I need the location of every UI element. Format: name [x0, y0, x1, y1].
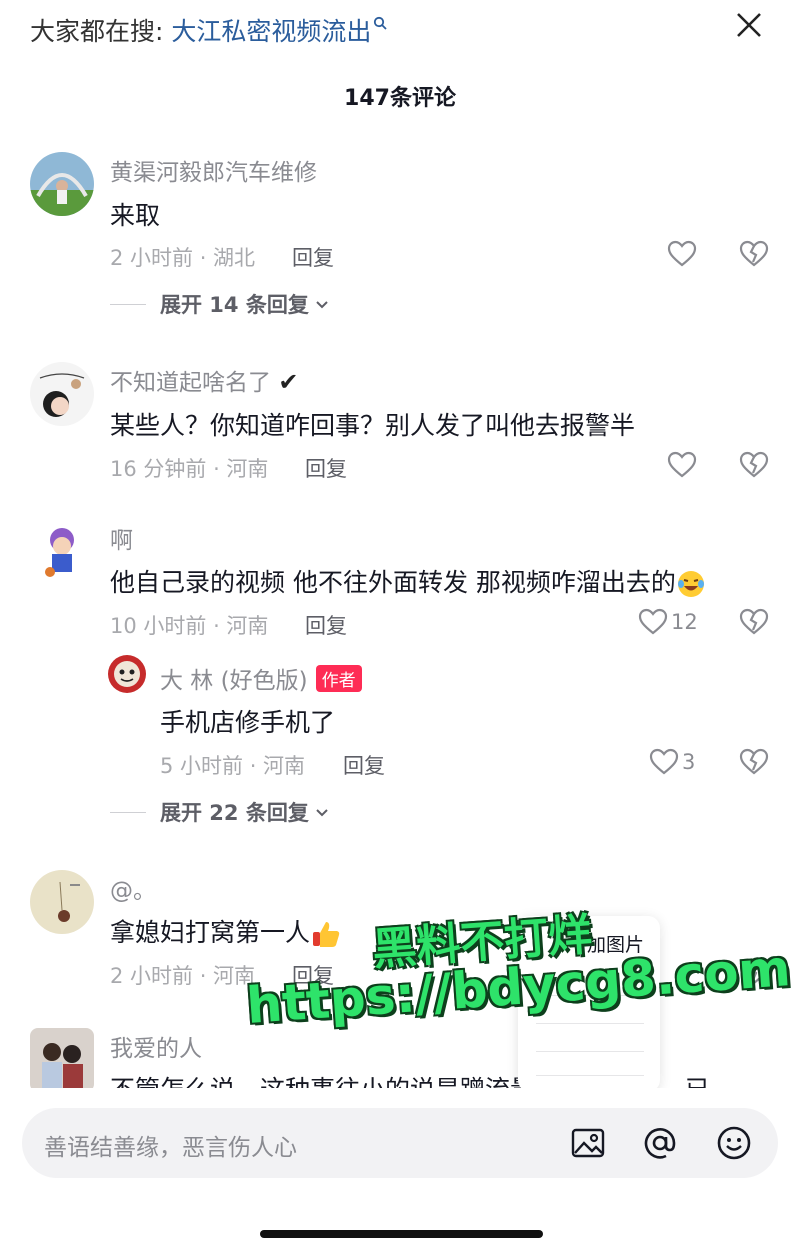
verified-check: ✔: [278, 368, 299, 396]
reply-button[interactable]: 回复: [343, 750, 385, 780]
expand-replies-label: 展开 14 条回复: [160, 293, 309, 317]
comment-username[interactable]: @。: [110, 871, 156, 905]
comment-text-content: 拿媳妇打窝第一人: [110, 918, 311, 947]
heart-icon: [667, 451, 697, 478]
avatar[interactable]: [108, 655, 146, 693]
reply-username[interactable]: 大 林 (好色版) 作者: [160, 661, 362, 695]
comment-username[interactable]: 黄渠河毅郎汽车维修: [110, 153, 317, 187]
trending-search-query[interactable]: 大江私密视频流出: [171, 17, 371, 46]
like-count: 3: [682, 750, 696, 774]
trending-search[interactable]: 大家都在搜: 大江私密视频流出: [30, 12, 388, 48]
top-bar: 大家都在搜: 大江私密视频流出: [0, 0, 800, 60]
comment-input-placeholder: 善语结善缘，恶言伤人心: [44, 1135, 297, 1161]
at-icon[interactable]: [642, 1125, 678, 1161]
like-count: 12: [671, 610, 698, 634]
search-icon: [374, 16, 388, 30]
comment-count: 147条评论: [344, 86, 456, 111]
avatar[interactable]: [30, 152, 94, 216]
reply-button[interactable]: 回复: [292, 242, 334, 272]
popup-preview-row: [536, 1042, 644, 1052]
chevron-down-icon: [316, 809, 328, 817]
avatar[interactable]: [30, 520, 94, 584]
comment-text: 拿媳妇打窝第一人: [110, 913, 342, 950]
comment-meta: 16 分钟前 · 河南: [110, 457, 269, 481]
broken-heart-icon[interactable]: [738, 238, 770, 270]
comment-meta: 10 小时前 · 河南: [110, 614, 269, 638]
comment-username[interactable]: 啊: [110, 521, 133, 555]
laughing-emoji-icon: [677, 571, 704, 597]
popup-preview-row: [536, 1066, 644, 1076]
comment-text: 来取: [110, 201, 161, 230]
like-button[interactable]: [666, 238, 698, 270]
avatar[interactable]: [30, 1028, 94, 1092]
comment-text-content: 他自己录的视频 他不往外面转发 那视频咋溜出去的: [110, 568, 676, 597]
expand-replies[interactable]: 展开 22 条回复: [110, 797, 331, 827]
home-indicator[interactable]: [260, 1230, 543, 1238]
heart-icon: [638, 608, 668, 635]
reply-text: 手机店修手机了: [160, 708, 336, 737]
avatar[interactable]: [30, 362, 94, 426]
comment-meta: 2 小时前 · 湖北: [110, 246, 256, 270]
comment-username-text: 不知道起啥名了: [110, 370, 271, 396]
comment-meta: 2 小时前 · 河南: [110, 964, 256, 988]
close-icon[interactable]: [734, 10, 764, 40]
popup-preview-row: [536, 1014, 644, 1024]
comment-username[interactable]: 不知道起啥名了 ✔: [110, 363, 298, 397]
divider-line: [110, 303, 146, 305]
divider-line: [110, 811, 146, 813]
reply-button[interactable]: 回复: [305, 610, 347, 640]
reply-meta: 5 小时前 · 河南: [160, 754, 306, 778]
like-button[interactable]: 12: [637, 606, 698, 638]
comment-username[interactable]: 我爱的人: [110, 1029, 202, 1063]
broken-heart-icon[interactable]: [738, 746, 770, 778]
comment-text: 某些人？你知道咋回事？别人发了叫他去报警半: [110, 411, 636, 440]
expand-replies[interactable]: 展开 14 条回复: [110, 289, 331, 319]
comment-input[interactable]: 善语结善缘，恶言伤人心: [22, 1108, 778, 1178]
chevron-down-icon: [316, 301, 328, 309]
like-button[interactable]: [666, 449, 698, 481]
author-badge: 作者: [315, 665, 362, 692]
avatar[interactable]: [30, 870, 94, 934]
broken-heart-icon[interactable]: [738, 606, 770, 638]
thumbs-up-emoji-icon: [313, 922, 340, 947]
trending-search-prefix: 大家都在搜:: [30, 17, 172, 46]
heart-icon: [667, 240, 697, 267]
heart-icon: [649, 748, 679, 775]
comment-text: 他自己录的视频 他不往外面转发 那视频咋溜出去的: [110, 563, 706, 599]
broken-heart-icon[interactable]: [738, 449, 770, 481]
reply-button[interactable]: 回复: [305, 453, 347, 483]
reply-username-text: 大 林 (好色版): [160, 668, 308, 694]
like-button[interactable]: 3: [648, 746, 695, 778]
image-icon[interactable]: [570, 1125, 606, 1161]
expand-replies-label: 展开 22 条回复: [160, 801, 309, 825]
emoji-icon[interactable]: [716, 1125, 752, 1161]
